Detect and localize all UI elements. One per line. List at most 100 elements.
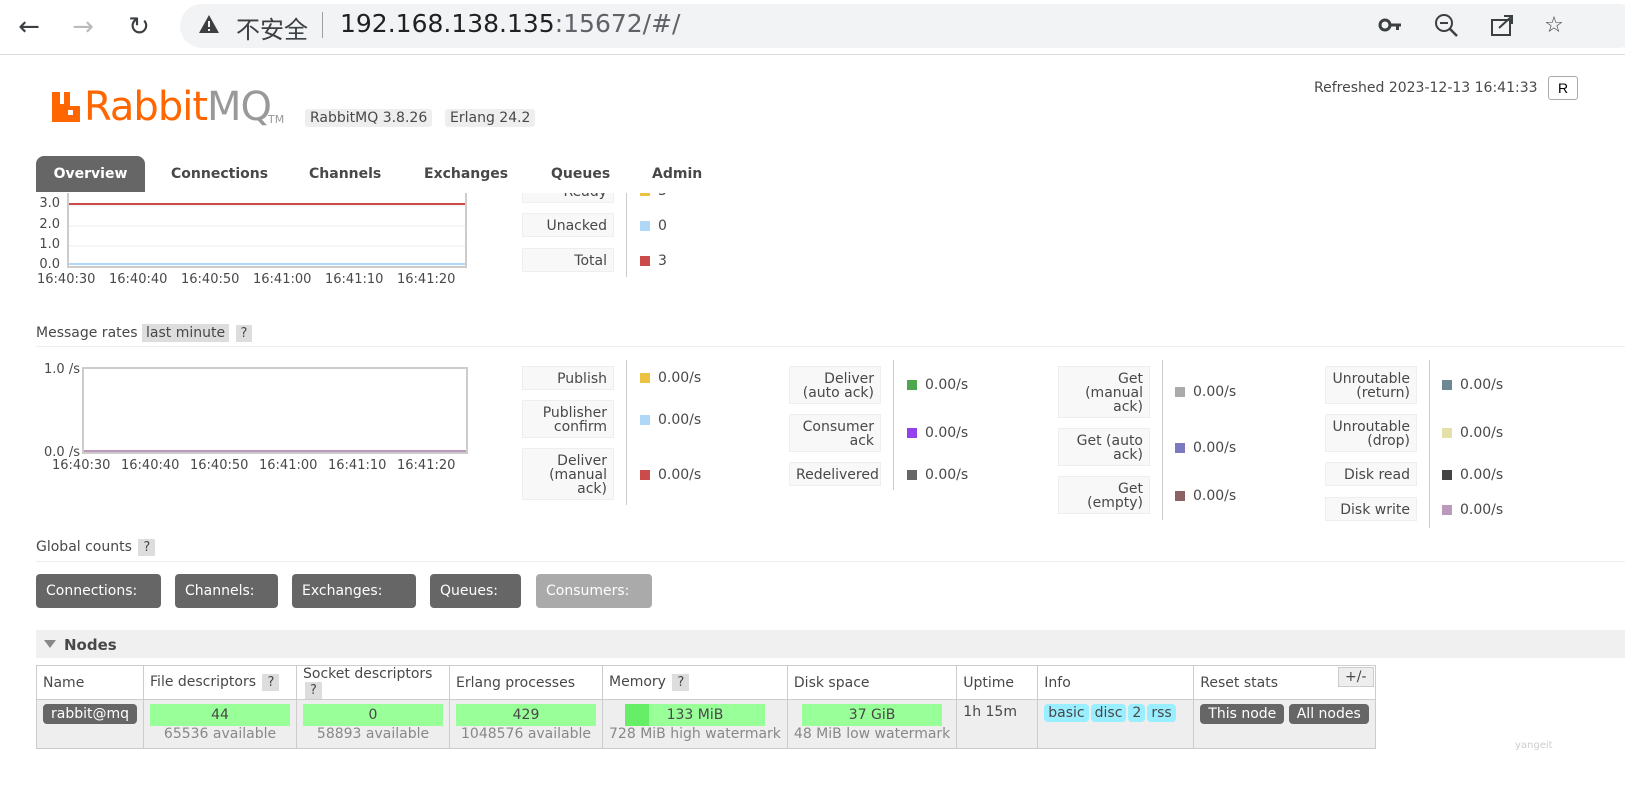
legend-disk-read[interactable]: Disk read (1325, 462, 1417, 486)
reset-this-node-button[interactable]: This node (1200, 704, 1285, 724)
divider (36, 561, 1625, 562)
tab-admin[interactable]: Admin (652, 156, 702, 192)
insecure-label[interactable]: 不安全 (236, 10, 308, 45)
info-tag[interactable]: 2 (1128, 704, 1146, 722)
legend-unroutable-drop[interactable]: Unroutable (drop) (1325, 414, 1417, 452)
range-selector[interactable]: last minute (142, 324, 230, 342)
help-button[interactable]: ? (138, 539, 156, 556)
legend-publisher-confirm[interactable]: Publisher confirm (522, 400, 614, 438)
cell-sd: 0 58893 available (296, 699, 451, 749)
legend-disk-write[interactable]: Disk write (1325, 497, 1417, 521)
cell-info: basic disc 2 rss (1037, 699, 1195, 749)
legend-total[interactable]: Total (522, 248, 614, 272)
divider (36, 346, 1625, 347)
disk-bar: 37 GiB (802, 704, 943, 726)
table-row: rabbit@mq 44 65536 available 0 58893 avail… (35, 699, 1377, 749)
x-tick: 16:41:10 (328, 458, 387, 473)
legend-consumer-ack[interactable]: Consumer ack (789, 414, 881, 452)
tab-overview[interactable]: Overview (36, 156, 145, 192)
rabbitmq-version: RabbitMQ 3.8.26 (305, 109, 433, 127)
logo-rabbit: Rabbit (84, 84, 208, 130)
warning-icon[interactable] (198, 13, 220, 35)
y-tick: 1.0 (39, 237, 60, 252)
refreshed-timestamp: Refreshed 2023-12-13 16:41:33 (1314, 80, 1538, 96)
table-header-row: Name File descriptors ? Socket descripto… (35, 665, 1377, 700)
value: 0.00/s (658, 412, 702, 428)
url-text[interactable]: 192.168.138.135:15672/#/ (340, 9, 680, 38)
tab-queues[interactable]: Queues (551, 156, 610, 192)
zoom-out-icon[interactable] (1432, 12, 1460, 40)
tab-exchanges[interactable]: Exchanges (424, 156, 508, 192)
help-button[interactable]: ? (235, 325, 253, 342)
swatch (1442, 428, 1452, 438)
x-tick: 16:40:50 (181, 272, 240, 287)
exchanges-count-button[interactable]: Exchanges: 15 (292, 574, 416, 633)
legend-get-empty[interactable]: Get (empty) (1058, 476, 1150, 514)
legend-publisher-confirm-value: 0.00/s (640, 412, 701, 428)
cell-ep: 429 1048576 available (449, 699, 604, 749)
legend-get-auto-ack-value: 0.00/s (1175, 440, 1236, 456)
consumers-count-button[interactable]: Consumers: 0 (536, 574, 652, 633)
swatch (640, 221, 650, 231)
refresh-interval-select[interactable]: R (1548, 76, 1578, 100)
value: 0.00/s (925, 467, 969, 483)
cell-reset: This node All nodes (1193, 699, 1377, 749)
cell-disk: 37 GiB 48 MiB low watermark (786, 699, 958, 749)
key-icon[interactable] (1376, 12, 1404, 40)
swatch (1442, 380, 1452, 390)
legend-redelivered[interactable]: Redelivered (789, 462, 881, 486)
help-button[interactable]: ? (262, 674, 280, 691)
tab-connections[interactable]: Connections (171, 156, 268, 192)
logo-wordmark[interactable]: RabbitMQ (84, 84, 272, 130)
x-tick: 16:40:50 (190, 458, 249, 473)
x-tick: 16:41:00 (253, 272, 312, 287)
share-icon[interactable] (1488, 12, 1516, 40)
legend-deliver-auto-ack[interactable]: Deliver (auto ack) (789, 366, 881, 404)
value: 0.00/s (1460, 467, 1504, 483)
connections-count-button[interactable]: Connections: 0 (36, 574, 161, 633)
rabbitmq-logo-icon[interactable] (50, 90, 82, 124)
info-tag[interactable]: disc (1090, 704, 1127, 722)
cell-memory: 133 MiB 728 MiB high watermark (602, 699, 788, 749)
help-button[interactable]: ? (305, 682, 322, 699)
collapse-triangle-icon[interactable] (44, 640, 56, 648)
legend-deliver-manual-ack-value: 0.00/s (640, 467, 701, 483)
columns-toggle-button[interactable]: +/- (1338, 667, 1374, 687)
info-tag[interactable]: rss (1147, 704, 1176, 722)
x-tick: 16:40:30 (52, 458, 111, 473)
forward-arrow-icon[interactable]: → (66, 10, 100, 44)
legend-unroutable-return[interactable]: Unroutable (return) (1325, 366, 1417, 404)
address-separator (322, 12, 323, 38)
x-tick: 16:41:20 (397, 272, 456, 287)
queued-messages-chart (67, 193, 467, 268)
legend-unroutable-drop-value: 0.00/s (1442, 425, 1503, 441)
swatch (640, 193, 650, 196)
node-name-link[interactable]: rabbit@mq (43, 704, 138, 724)
reset-all-nodes-button[interactable]: All nodes (1288, 704, 1369, 724)
col-uptime: Uptime (956, 665, 1039, 700)
queues-count-button[interactable]: Queues: 6 (430, 574, 521, 633)
help-button[interactable]: ? (672, 674, 690, 691)
disk-watermark: 48 MiB low watermark (793, 726, 951, 742)
memory-watermark: 728 MiB high watermark (609, 726, 781, 742)
legend-deliver-manual-ack[interactable]: Deliver (manual ack) (522, 448, 614, 500)
channels-count-button[interactable]: Channels: 0 (175, 574, 278, 633)
label: Consumers: (546, 583, 630, 599)
label: Socket descriptors (303, 666, 433, 682)
fd-bar: 44 (150, 704, 291, 726)
legend-unacked[interactable]: Unacked (522, 213, 614, 237)
col-socket-descriptors: Socket descriptors ? (296, 665, 451, 700)
legend-ready[interactable]: Ready (522, 193, 614, 203)
info-tag[interactable]: basic (1044, 704, 1089, 722)
bookmark-star-icon[interactable]: ☆ (1540, 12, 1568, 40)
value: 0.00/s (925, 377, 969, 393)
reload-icon[interactable]: ↻ (122, 10, 156, 44)
nodes-title[interactable]: Nodes (64, 636, 117, 654)
legend-get-auto-ack[interactable]: Get (auto ack) (1058, 428, 1150, 466)
nodes-section-toggle[interactable] (36, 630, 1625, 658)
legend-publish[interactable]: Publish (522, 366, 614, 390)
legend-get-manual-ack[interactable]: Get (manual ack) (1058, 366, 1150, 418)
x-tick: 16:41:10 (325, 272, 384, 287)
tab-channels[interactable]: Channels (309, 156, 381, 192)
back-arrow-icon[interactable]: ← (12, 10, 46, 44)
